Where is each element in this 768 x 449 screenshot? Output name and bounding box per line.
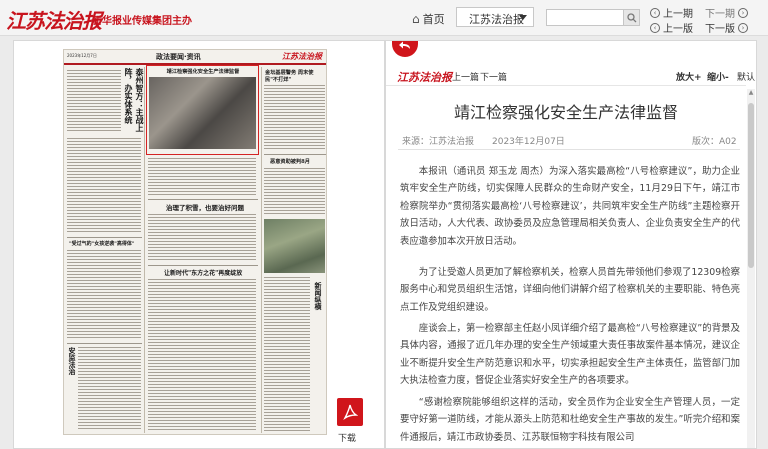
page-logo: 江苏法治报: [282, 52, 322, 61]
back-button[interactable]: [392, 41, 418, 57]
article-photo: [264, 219, 325, 273]
prev-edition-link[interactable]: ‹ 上一版: [650, 20, 693, 35]
article-edition: 版次：A02: [692, 137, 737, 147]
circle-arrow-left-icon: ‹: [650, 7, 660, 18]
article-text-block[interactable]: [264, 277, 310, 431]
search-button[interactable]: [623, 9, 640, 26]
newspaper-page-image[interactable]: 2023年12月7日 政法要闻·资讯 江苏法治报 泰州智方：主战上阵，办实体系统…: [63, 49, 327, 435]
top-bar: 江苏法治报 新华报业传媒集团主办 ⌂ 首页 江苏法治报 ‹ 上一期 下一期 › …: [0, 0, 768, 36]
article-headline[interactable]: 恶意资助被判8月: [270, 158, 310, 165]
article-text-block[interactable]: [264, 85, 325, 151]
article-photo: [149, 77, 256, 149]
paper-select[interactable]: 江苏法治报: [456, 7, 534, 27]
circle-arrow-right-icon: ›: [738, 7, 748, 18]
home-label: 首页: [422, 13, 445, 26]
next-edition-link[interactable]: 下一版 ›: [705, 20, 748, 35]
article-source: 来源：江苏法治报: [402, 137, 475, 147]
page-section-title: 政法要闻·资讯: [156, 53, 201, 61]
divider: [398, 149, 740, 150]
article-headline[interactable]: 治理了积雪，也要治好问题: [166, 202, 244, 212]
reader-logo: 江苏法治报: [397, 71, 452, 84]
pdf-download-label[interactable]: 下载: [338, 431, 356, 444]
divider: [148, 265, 258, 266]
site-logo[interactable]: 江苏法治报: [6, 5, 102, 34]
article-paragraph: 本报讯（通讯员 郑玉龙 周杰）为深入落实最高检“八号检察建议”，助力企业筑牢安全…: [400, 166, 740, 247]
publisher-brand: 新华报业传媒集团主办: [92, 16, 192, 27]
article-text-block[interactable]: [148, 279, 256, 431]
chevron-down-icon: [519, 15, 527, 24]
back-arrow-icon: [399, 41, 410, 49]
circle-arrow-left-icon: ‹: [650, 22, 660, 33]
zoom-in-button[interactable]: 放大+: [676, 70, 702, 83]
scroll-up-icon[interactable]: ▲: [747, 89, 755, 97]
article-text-block[interactable]: [67, 138, 141, 234]
divider: [264, 154, 326, 155]
pdf-download-button[interactable]: [337, 398, 363, 426]
search-icon: [627, 13, 637, 23]
article-text-block[interactable]: [78, 347, 141, 431]
next-issue-link[interactable]: 下一期 ›: [705, 5, 748, 20]
article-text-block[interactable]: [148, 214, 256, 262]
divider: [386, 85, 746, 86]
prev-issue-link[interactable]: ‹ 上一期: [650, 5, 693, 20]
home-icon: ⌂: [412, 12, 420, 26]
pdf-icon: [343, 404, 358, 421]
article-paragraph: 为了让受邀人员更加了解检察机关，检察人员首先带领他们参观了12309检察服务中心…: [400, 267, 740, 313]
article-headline[interactable]: 让新时代"东方之花"再度绽放: [164, 268, 242, 277]
zoom-out-button[interactable]: 缩小-: [707, 70, 729, 83]
article-headline[interactable]: 金坛基层警务 周末使民"不打烊": [265, 69, 325, 83]
article-date: 2023年12月07日: [492, 137, 565, 147]
prev-edition-label: 上一版: [663, 24, 693, 35]
article-headline[interactable]: 新闻纵横: [313, 282, 323, 382]
article-headline[interactable]: 安监法治: [67, 347, 77, 407]
article-reader-panel: 江苏法治报 上一篇 下一篇 放大+ 缩小- 默认 靖江检察强化安全生产法律监督 …: [385, 40, 757, 449]
page-header: 2023年12月7日 政法要闻·资讯 江苏法治报: [64, 50, 326, 65]
next-edition-label: 下一版: [705, 24, 735, 35]
divider: [67, 343, 142, 344]
article-headline[interactable]: 靖江检察强化安全生产法律监督: [149, 68, 257, 75]
scrollbar-thumb[interactable]: [748, 103, 754, 268]
next-article-link[interactable]: 下一篇: [480, 70, 507, 83]
prev-article-link[interactable]: 上一篇: [452, 70, 479, 83]
next-issue-label: 下一期: [705, 9, 735, 20]
article-text-block[interactable]: [264, 168, 325, 216]
article-headline[interactable]: "受过气的"女孩逆袭"高得体": [69, 240, 141, 247]
column-divider: [261, 67, 262, 433]
divider: [148, 199, 258, 200]
prev-issue-label: 上一期: [663, 9, 693, 20]
article-text-block[interactable]: [148, 158, 256, 196]
article-headline[interactable]: 泰州智方：主战上阵，办实体系统: [124, 68, 146, 136]
article-scrollbar[interactable]: ▲: [747, 89, 755, 448]
article-paragraph: “感谢检察院能够组织这样的活动，安全员作为企业安全生产管理人员，一定要守好第一道…: [400, 397, 740, 443]
page-date: 2023年12月7日: [67, 53, 97, 58]
article-text-block[interactable]: [67, 250, 141, 340]
zoom-default-button[interactable]: 默认: [737, 70, 755, 83]
article-title: 靖江检察强化安全生产法律监督: [453, 103, 678, 122]
search-input[interactable]: [546, 9, 624, 26]
paper-select-value: 江苏法治报: [469, 13, 524, 26]
divider: [67, 237, 142, 238]
home-link[interactable]: ⌂ 首页: [412, 11, 445, 27]
circle-arrow-right-icon: ›: [738, 22, 748, 33]
article-text-block[interactable]: [67, 70, 121, 132]
article-paragraph: 座谈会上，第一检察部主任赵小凤详细介绍了最高检“八号检察建议”的背景及具体内容，…: [400, 323, 740, 387]
